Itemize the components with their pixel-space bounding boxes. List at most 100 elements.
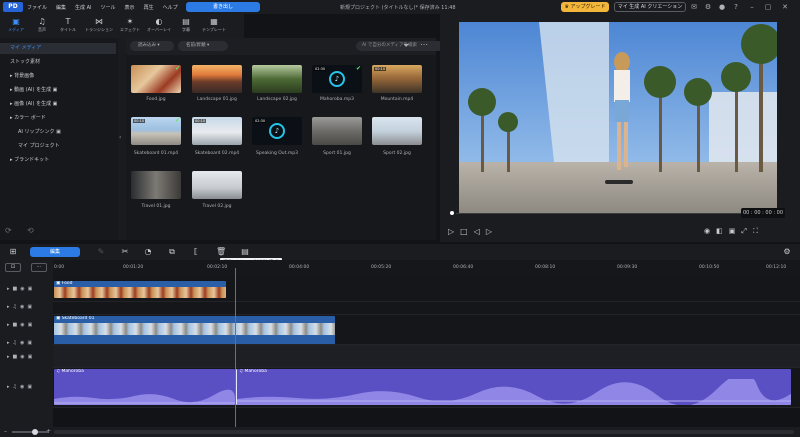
- tree-item-ai-video[interactable]: ▸ 動画 (AI) を生成 ▣: [0, 85, 116, 96]
- clip-skateboard[interactable]: ▣ Skateboard 01: [54, 316, 335, 344]
- tab-subtitle[interactable]: ▤ 字幕: [172, 16, 200, 36]
- zoom-out-icon[interactable]: –: [4, 428, 7, 435]
- scissors-icon[interactable]: ✂: [120, 247, 130, 257]
- track-2-audio-controls[interactable]: ▸♫◉▣: [7, 340, 35, 346]
- media-thumb-food[interactable]: ✔: [131, 65, 181, 93]
- speed-icon[interactable]: ◔: [143, 247, 153, 257]
- track-manager-icon[interactable]: ⊞: [8, 247, 18, 257]
- snapshot-icon[interactable]: ◉: [704, 227, 710, 236]
- menu-tools[interactable]: ツール: [101, 4, 116, 11]
- tree-item-stock[interactable]: ストック素材: [0, 57, 116, 68]
- clip-food[interactable]: ▣ Food: [54, 281, 226, 298]
- track-1-controls[interactable]: ▸■◉▣: [7, 286, 35, 292]
- settings-icon[interactable]: ⚙: [704, 3, 712, 11]
- close-icon[interactable]: ✕: [781, 3, 789, 11]
- trash-icon[interactable]: 🗑: [216, 247, 226, 257]
- media-thumb-travel-02[interactable]: [192, 171, 242, 199]
- track-1-audio[interactable]: [53, 302, 800, 315]
- media-thumb-mountain[interactable]: 00:10: [372, 65, 422, 93]
- track-3[interactable]: [53, 345, 800, 368]
- media-thumb-travel-01[interactable]: [131, 171, 181, 199]
- more-icon[interactable]: ⋯: [420, 40, 428, 49]
- crop-icon[interactable]: ⧉: [167, 247, 177, 257]
- media-thumb-speaking-out[interactable]: 02:30 ♪: [252, 117, 302, 145]
- play-icon[interactable]: ▷: [448, 227, 454, 236]
- media-thumb-skateboard-02[interactable]: 00:10: [192, 117, 242, 145]
- next-frame-icon[interactable]: ▷: [486, 227, 492, 236]
- fit-icon[interactable]: ⤢: [741, 227, 747, 236]
- media-thumb-skateboard-01[interactable]: 00:10 ✔: [131, 117, 181, 145]
- track-2-controls[interactable]: ▸■◉▣: [7, 322, 35, 328]
- tree-item-background[interactable]: ▸ 背景画像: [0, 71, 116, 82]
- timeline-ruler[interactable]: 0:00 00:01:20 00:02:10 00:04:00 00:05:20…: [53, 260, 800, 274]
- tab-title[interactable]: T タイトル: [54, 16, 82, 36]
- display-icon[interactable]: ▣: [729, 227, 736, 236]
- tree-item-lipsync[interactable]: AI リップシンク ▣: [0, 127, 116, 138]
- sort-dropdown[interactable]: 名前/昇順 ▾: [178, 41, 228, 51]
- media-caption: Skateboard 01.mp4: [133, 151, 179, 156]
- tab-effect[interactable]: ✶ エフェクト: [116, 16, 144, 36]
- track-3-controls[interactable]: ▸■◉▣: [7, 354, 35, 360]
- add-folder-icon[interactable]: ⟳: [5, 226, 12, 235]
- media-thumb-landscape-01[interactable]: [192, 65, 242, 93]
- menu-file[interactable]: ファイル: [27, 4, 47, 11]
- scrub-bar[interactable]: [456, 213, 746, 214]
- media-thumb-sport-02[interactable]: [372, 117, 422, 145]
- scrub-handle[interactable]: [450, 211, 454, 215]
- account-icon[interactable]: ●: [718, 3, 726, 11]
- filter-icon[interactable]: ⏷: [403, 41, 409, 51]
- fullscreen-icon[interactable]: ⛶: [753, 227, 758, 236]
- import-dropdown[interactable]: 読み込み ▾: [130, 41, 174, 51]
- subtitle-tool-icon[interactable]: ▤: [240, 247, 250, 257]
- playhead[interactable]: [235, 268, 236, 427]
- tab-transition[interactable]: ⋈ トランジション: [85, 16, 113, 36]
- tab-template[interactable]: ▦ テンプレート: [200, 16, 228, 36]
- menu-edit[interactable]: 編集: [56, 4, 66, 11]
- media-thumb-sport-01[interactable]: [312, 117, 362, 145]
- minimize-icon[interactable]: –: [748, 3, 756, 11]
- panel-splitter[interactable]: ‹: [118, 38, 126, 240]
- help-icon[interactable]: ?: [732, 3, 740, 11]
- tree-item-my-media[interactable]: マイ メディア: [0, 43, 116, 54]
- clip-audio-strip: [54, 336, 335, 344]
- link-icon[interactable]: ⟲: [27, 226, 34, 235]
- stop-icon[interactable]: □: [460, 227, 468, 236]
- tree-item-color-board[interactable]: ▸ カラー ボード: [0, 113, 116, 124]
- media-thumb-mahoroba[interactable]: 02:30 ✔ ♪: [312, 65, 362, 93]
- add-track-icon[interactable]: ⊡: [5, 263, 21, 272]
- clip-mahoroba-1[interactable]: ♫ Mahoroba: [54, 369, 235, 405]
- track-1-audio-controls[interactable]: ▸♫◉▣: [7, 304, 35, 310]
- menu-play[interactable]: 再生: [144, 4, 154, 11]
- title-bar: PD ファイル 編集 生成 AI ツール 表示 再生 ヘルプ 書き出し 新規プロ…: [0, 0, 800, 14]
- notification-icon[interactable]: ✉: [690, 3, 698, 11]
- tab-overlay[interactable]: ◐ オーバーレイ: [145, 16, 173, 36]
- clip-filmstrip: [54, 323, 335, 335]
- zoom-in-icon[interactable]: +: [46, 428, 51, 435]
- pen-icon[interactable]: ✎: [96, 247, 106, 257]
- tree-item-brand-kit[interactable]: ▸ ブランドキット: [0, 155, 116, 166]
- ai-creations-button[interactable]: マイ 生成 AI クリエーション: [614, 2, 686, 12]
- clip-mahoroba-2[interactable]: ♫ Mahoroba: [236, 369, 791, 405]
- zoom-slider-handle[interactable]: [32, 429, 38, 435]
- upgrade-button[interactable]: ♛ アップグレード: [561, 2, 609, 12]
- menu-view[interactable]: 表示: [125, 4, 135, 11]
- tab-audio[interactable]: ♫ 音声: [28, 16, 56, 36]
- menu-help[interactable]: ヘルプ: [163, 4, 178, 11]
- media-thumb-landscape-02[interactable]: [252, 65, 302, 93]
- tree-item-ai-image[interactable]: ▸ 画像 (AI) を生成 ▣: [0, 99, 116, 110]
- music-track-controls[interactable]: ▸♫◉▣: [7, 384, 35, 390]
- track-more-icon[interactable]: ⋯: [31, 263, 47, 272]
- timeline-settings-icon[interactable]: ⚙: [782, 247, 792, 257]
- volume-icon[interactable]: ◧: [716, 227, 723, 236]
- timeline-scrollbar[interactable]: [54, 430, 794, 434]
- prev-frame-icon[interactable]: ◁: [474, 227, 480, 236]
- zoom-slider[interactable]: [12, 431, 48, 433]
- fit-frame-icon[interactable]: ⟦: [191, 247, 201, 257]
- collapse-icon[interactable]: ‹: [119, 134, 121, 141]
- menu-ai[interactable]: 生成 AI: [75, 4, 92, 11]
- tree-item-my-projects[interactable]: マイ プロジェクト: [0, 141, 116, 152]
- edit-button[interactable]: 編集: [30, 247, 80, 257]
- tab-media[interactable]: ▣ メディア: [2, 16, 30, 36]
- maximize-icon[interactable]: ▢: [764, 3, 772, 11]
- export-button[interactable]: 書き出し: [186, 2, 260, 12]
